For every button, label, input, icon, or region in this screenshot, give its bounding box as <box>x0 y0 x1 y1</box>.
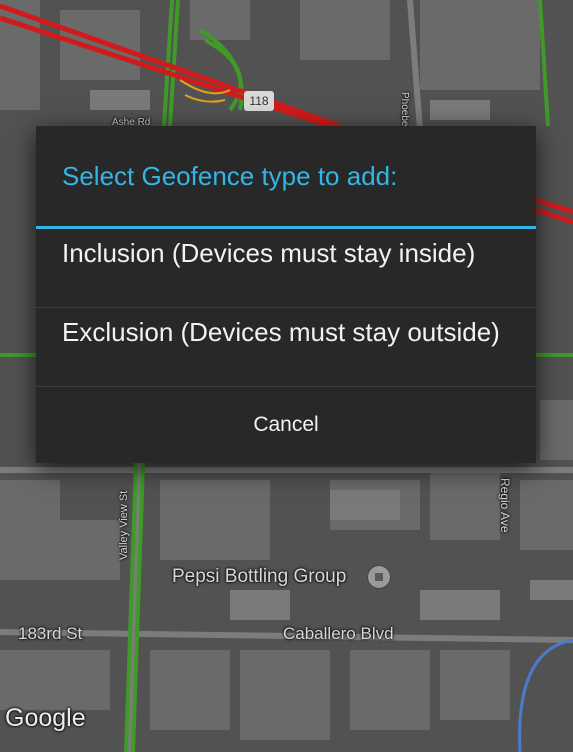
map-label-caballero: Caballero Blvd <box>283 624 394 643</box>
map-label-phoebe: Phoebe <box>399 92 410 127</box>
map-poi-label: Pepsi Bottling Group <box>172 566 347 587</box>
map-label-183rd: 183rd St <box>18 624 83 643</box>
cancel-button[interactable]: Cancel <box>36 387 536 463</box>
dialog-title: Select Geofence type to add: <box>62 161 398 191</box>
map-label-regio: Regio Ave <box>498 478 512 533</box>
inclusion-option[interactable]: Inclusion (Devices must stay inside) <box>36 229 536 308</box>
poi-icon[interactable] <box>368 566 390 588</box>
route-118-shield: 118 <box>244 91 274 111</box>
screen: 118 Ashe Rd Phoebe Pepsi Bottling Group … <box>0 0 573 752</box>
map-label-valley-view: Valley View St <box>118 490 130 560</box>
exclusion-option[interactable]: Exclusion (Devices must stay outside) <box>36 308 536 387</box>
geofence-type-dialog: Select Geofence type to add: Inclusion (… <box>36 126 536 463</box>
google-logo: Google <box>5 704 86 732</box>
